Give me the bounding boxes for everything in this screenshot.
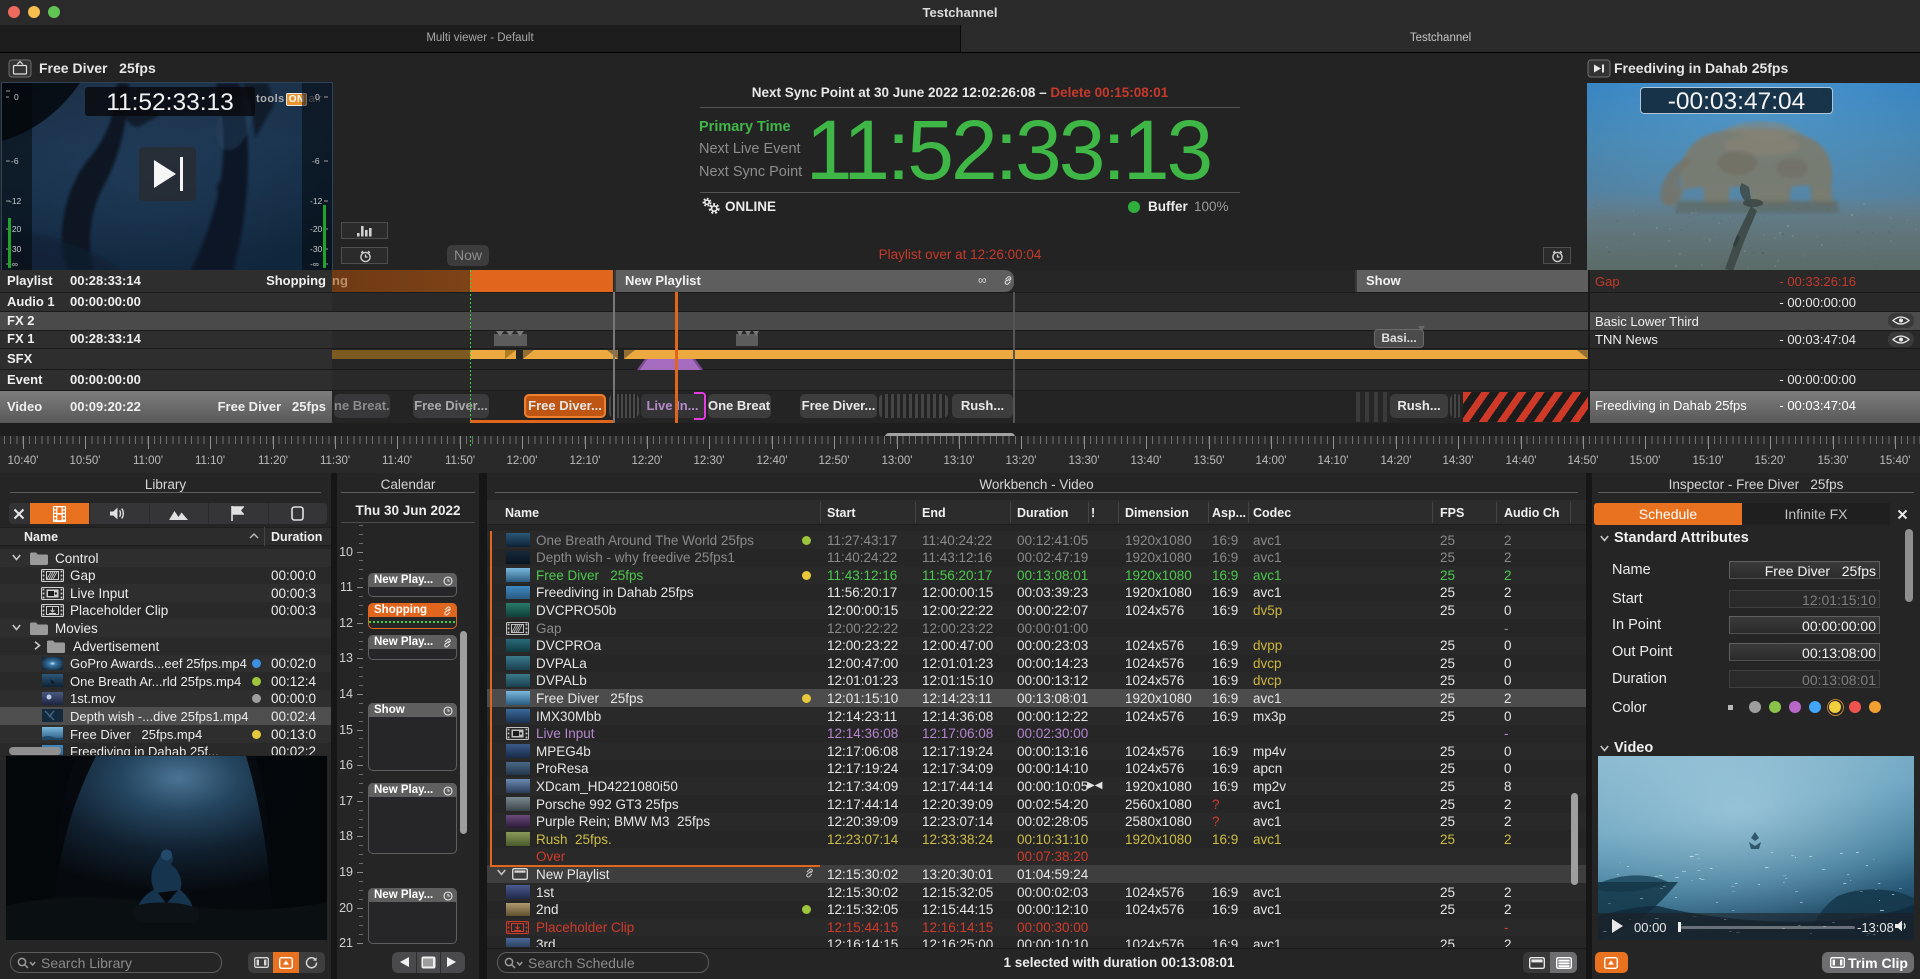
svg-text:-6: -6 [11,156,19,166]
svg-text:-12: -12 [310,196,323,206]
svg-text:0: 0 [14,92,19,102]
svg-text:-6: -6 [312,156,320,166]
svg-text:-20: -20 [310,224,323,234]
svg-text:-∞: -∞ [310,259,319,269]
svg-text:-30: -30 [310,244,323,254]
svg-text:-12: -12 [9,196,22,206]
svg-text:0: 0 [315,92,320,102]
